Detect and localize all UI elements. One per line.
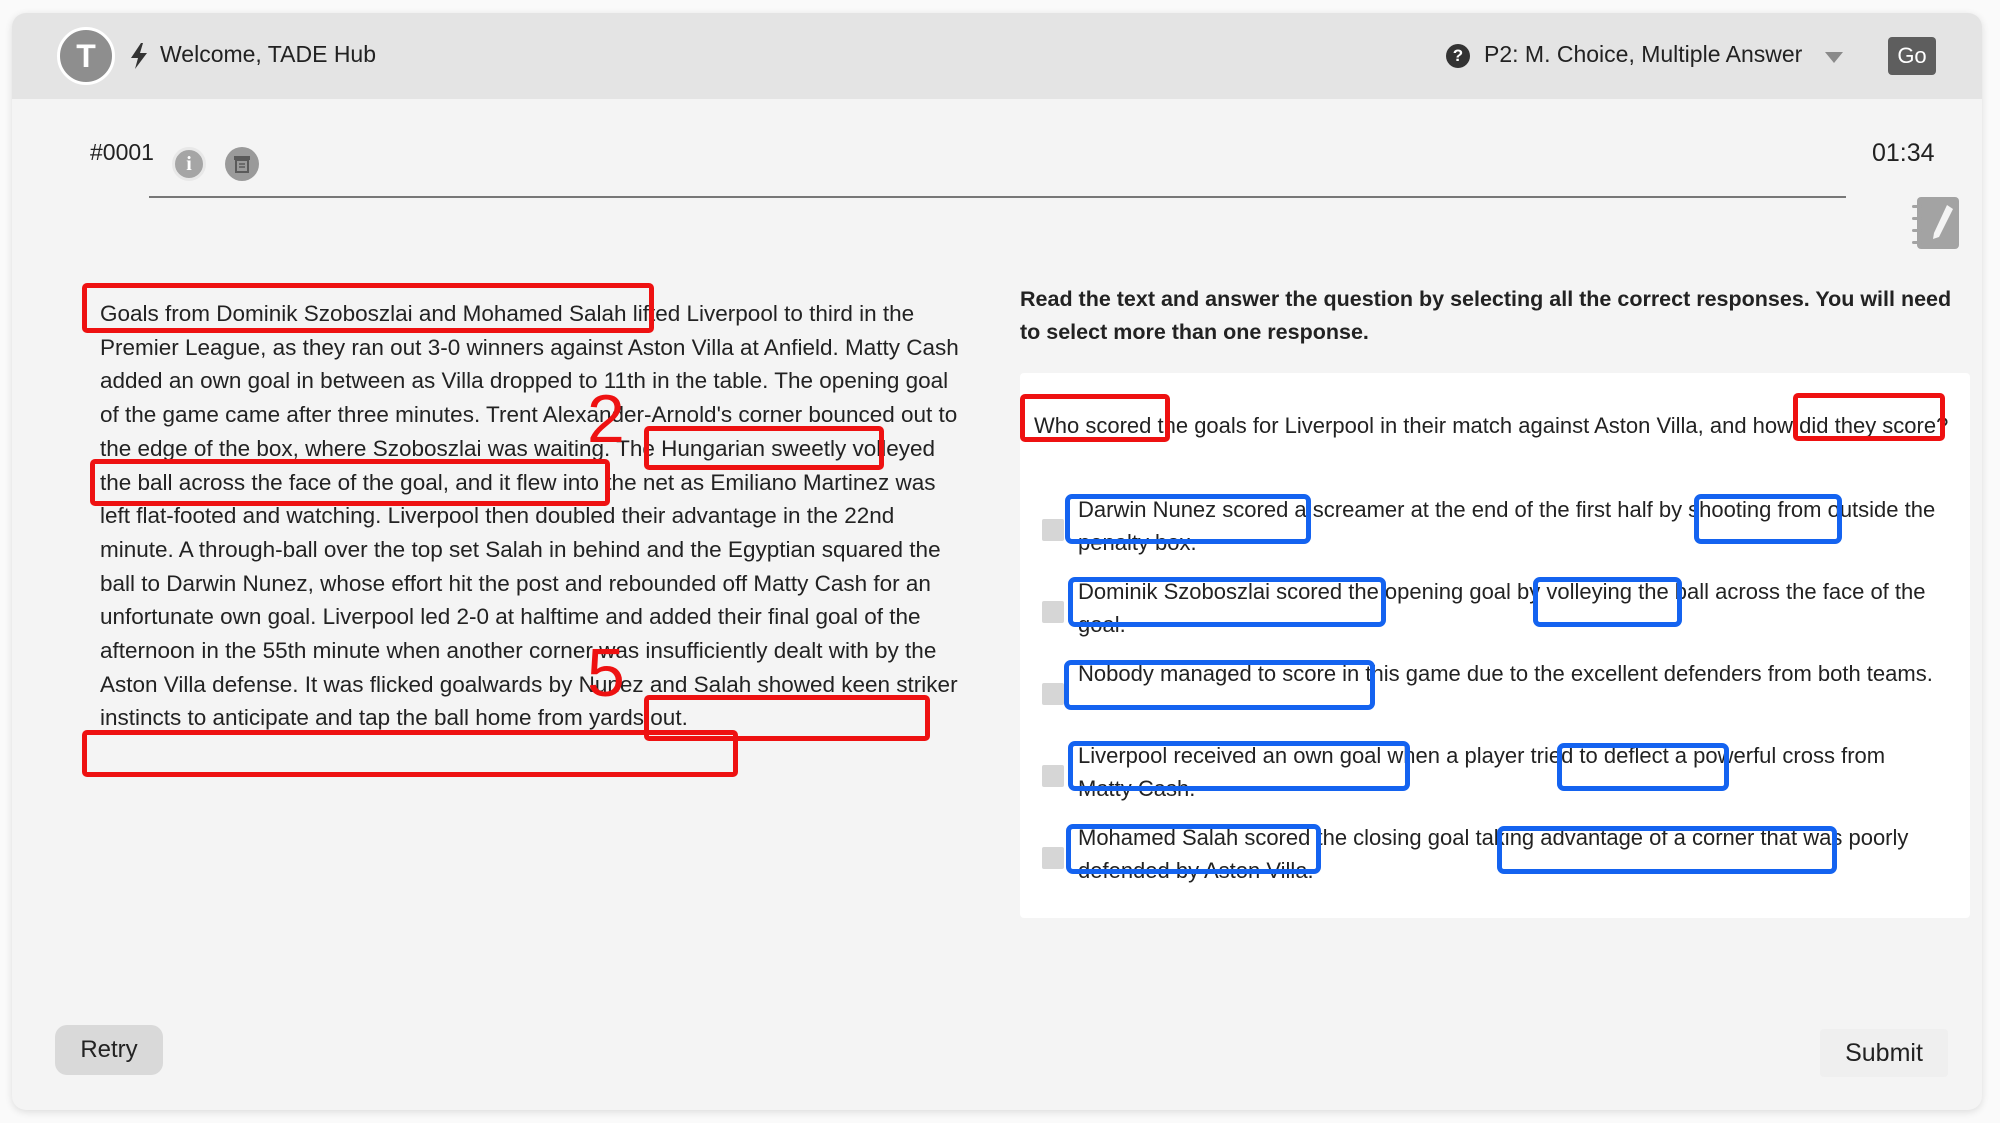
question-type-select[interactable]: P2: M. Choice, Multiple Answer: [1484, 41, 1802, 68]
submit-button[interactable]: Submit: [1820, 1029, 1948, 1077]
option-checkbox[interactable]: [1042, 765, 1064, 787]
user-avatar[interactable]: T: [57, 27, 115, 85]
question-text: Who scored the goals for Liverpool in th…: [1034, 413, 1949, 438]
instructions: Read the text and answer the question by…: [1020, 287, 1952, 344]
option-checkbox[interactable]: [1042, 683, 1064, 705]
option-label[interactable]: Nobody managed to score in this game due…: [1078, 657, 1938, 690]
option-label[interactable]: Mohamed Salah scored the closing goal ta…: [1078, 821, 1938, 887]
info-icon[interactable]: i: [172, 147, 206, 181]
bolt-icon: [131, 43, 147, 69]
option-checkbox[interactable]: [1042, 847, 1064, 869]
option-checkbox[interactable]: [1042, 601, 1064, 623]
top-bar: T Welcome, TADE Hub ? P2: M. Choice, Mul…: [12, 13, 1982, 99]
divider: [149, 196, 1846, 198]
go-button[interactable]: Go: [1888, 37, 1936, 75]
timer: 01:34: [1872, 139, 1935, 167]
notepad-pencil-icon[interactable]: [1909, 193, 1965, 251]
annotation-number: 5: [587, 635, 625, 711]
reading-passage: Goals from Dominik Szoboszlai and Mohame…: [100, 301, 959, 731]
option-checkbox[interactable]: [1042, 519, 1064, 541]
question-circle-icon[interactable]: ?: [1446, 44, 1470, 68]
question-box: Who scored the goals for Liverpool in th…: [1020, 373, 1970, 918]
highlight-box: [82, 730, 738, 777]
retry-button[interactable]: Retry: [55, 1025, 163, 1075]
notes-glyph-icon: [234, 156, 250, 173]
option-label[interactable]: Darwin Nunez scored a screamer at the en…: [1078, 493, 1938, 559]
annotation-number: 2: [587, 381, 625, 457]
option-label[interactable]: Dominik Szoboszlai scored the opening go…: [1078, 575, 1938, 641]
question-number: #0001: [90, 139, 154, 165]
caret-down-icon[interactable]: [1825, 52, 1843, 63]
option-label[interactable]: Liverpool received an own goal when a pl…: [1078, 739, 1938, 805]
notes-icon[interactable]: [225, 147, 259, 181]
question-card: T Welcome, TADE Hub ? P2: M. Choice, Mul…: [12, 13, 1982, 1110]
welcome-text: Welcome, TADE Hub: [160, 41, 377, 67]
